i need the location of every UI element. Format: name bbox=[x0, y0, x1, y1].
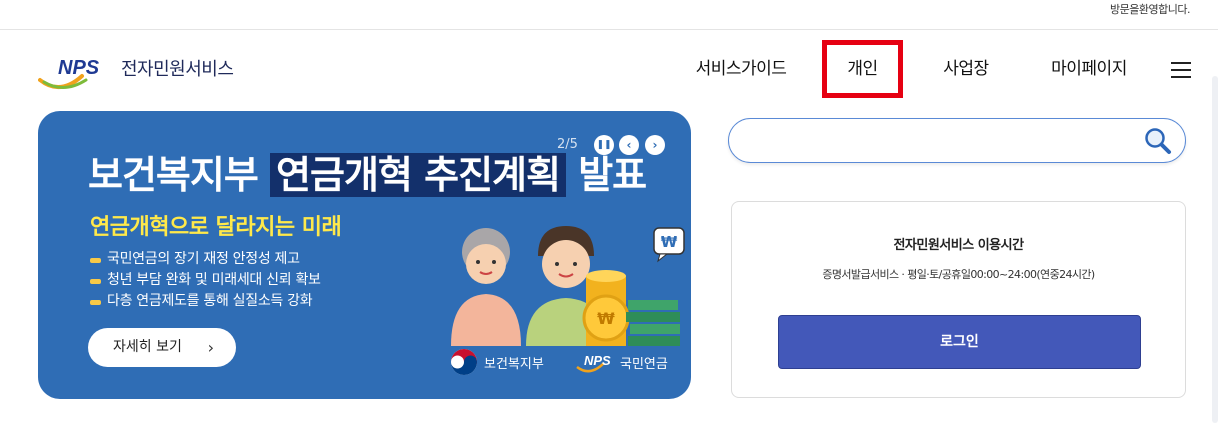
prev-slide-icon[interactable]: ‹ bbox=[619, 135, 639, 155]
banner-bullet: 국민연금의 장기 재정 안정성 제고 bbox=[90, 249, 321, 270]
banner-title-prefix: 보건복지부 bbox=[88, 153, 259, 197]
nav-item-personal[interactable]: 개인 bbox=[822, 40, 903, 98]
banner-title: 보건복지부 연금개혁 추진계획 발표 bbox=[88, 144, 647, 199]
search-bar bbox=[728, 118, 1186, 163]
nps-logo-mark: NPS bbox=[58, 57, 100, 79]
banner-bullet: 다층 연금제도를 통해 실질소득 강화 bbox=[90, 291, 321, 312]
side-panel-edge bbox=[1212, 76, 1218, 423]
nps-logo-text: 국민연금 bbox=[620, 357, 668, 372]
banner-counter: 2/5 bbox=[557, 137, 578, 152]
banner-more-label: 자세히 보기 bbox=[113, 339, 182, 355]
elderly-couple-coins-illustration: ₩ ₩ bbox=[451, 226, 685, 346]
mohw-logo-text: 보건복지부 bbox=[484, 357, 544, 372]
top-utility-bar: 방문을환영합니다. bbox=[0, 0, 1218, 30]
svg-text:₩: ₩ bbox=[597, 309, 615, 328]
nps-small-logo-mark: NPS bbox=[584, 353, 611, 368]
nav-item-mypage[interactable]: 마이페이지 bbox=[1047, 40, 1131, 98]
menu-icon[interactable] bbox=[1171, 62, 1191, 78]
banner-bullet-list: 국민연금의 장기 재정 안정성 제고 청년 부담 완화 및 미래세대 신뢰 확보… bbox=[90, 249, 321, 312]
nps-small-logo-icon: NPS bbox=[576, 353, 611, 373]
grandmother-figure bbox=[451, 228, 521, 346]
service-name: 전자민원서비스 bbox=[121, 59, 234, 80]
chevron-right-icon: › bbox=[207, 338, 214, 357]
next-slide-icon[interactable]: › bbox=[645, 135, 665, 155]
svg-text:₩: ₩ bbox=[661, 233, 678, 251]
money-stack bbox=[626, 300, 680, 346]
main-banner[interactable]: 보건복지부 연금개혁 추진계획 발표 2/5 ❚❚ ‹ › 연금개혁으로 달라지… bbox=[38, 111, 691, 399]
banner-bullet: 청년 부담 완화 및 미래세대 신뢰 확보 bbox=[90, 270, 321, 291]
nps-logo-icon: NPS bbox=[38, 57, 100, 89]
search-icon[interactable] bbox=[1143, 126, 1173, 156]
login-button[interactable]: 로그인 bbox=[778, 315, 1141, 369]
welcome-text: 방문을환영합니다. bbox=[1110, 3, 1190, 16]
nps-logo[interactable]: NPS 전자민원서비스 bbox=[38, 52, 248, 94]
service-hours-text: 증명서발급서비스 · 평일·토/공휴일00:00~24:00(연중24시간) bbox=[822, 268, 1095, 281]
banner-more-button[interactable]: 자세히 보기 › bbox=[88, 328, 236, 367]
service-hours-title: 전자민원서비스 이용시간 bbox=[893, 238, 1024, 253]
won-speech-bubble: ₩ bbox=[653, 227, 685, 263]
nav-item-business[interactable]: 사업장 bbox=[938, 40, 994, 98]
service-hours-card: 전자민원서비스 이용시간 증명서발급서비스 · 평일·토/공휴일00:00~24… bbox=[731, 201, 1186, 398]
banner-title-suffix: 발표 bbox=[578, 153, 647, 197]
banner-subtitle: 연금개혁으로 달라지는 미래 bbox=[90, 215, 342, 240]
banner-logos: 보건복지부 NPS 국민연금 bbox=[448, 347, 688, 379]
pause-icon[interactable]: ❚❚ bbox=[594, 135, 614, 155]
taegeuk-icon bbox=[451, 349, 477, 375]
coin-stack: ₩ bbox=[582, 270, 630, 346]
search-input[interactable] bbox=[745, 127, 1135, 155]
nav-item-service-guide[interactable]: 서비스가이드 bbox=[693, 40, 789, 98]
banner-title-highlight: 연금개혁 추진계획 bbox=[270, 153, 566, 197]
